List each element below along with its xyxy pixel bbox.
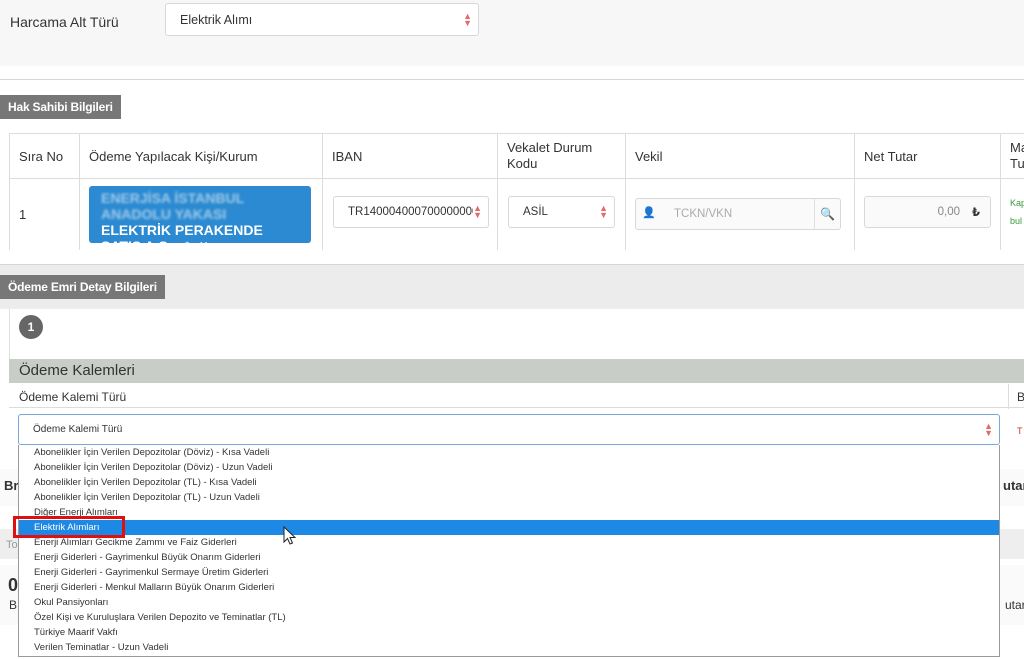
subtype-row — [0, 0, 1024, 66]
section-title-hak-sahibi: Hak Sahibi Bilgileri — [0, 95, 121, 119]
truncated-cell: Kap bul — [1001, 179, 1024, 250]
table-row: 1 — [10, 179, 80, 250]
col-vekalet: Vekalet Durum Kodu — [498, 134, 626, 179]
row-sira-no: 1 — [19, 207, 27, 222]
subtype-select[interactable]: Elektrik Alımı ▲ ▼ — [165, 3, 479, 36]
edit-icon[interactable]: ✎ — [184, 239, 195, 254]
net-tutar-cell: 0,00 ₺ — [855, 179, 1001, 250]
col-net-tutar: Net Tutar — [855, 134, 1001, 179]
dropdown-option[interactable]: Enerji Giderleri - Gayrimenkul Sermaye Ü… — [19, 565, 999, 580]
section-title-odeme-emri: Ödeme Emri Detay Bilgileri — [0, 275, 165, 299]
odeme-kalemi-turu-select[interactable]: Ödeme Kalemi Türü ▲ ▼ — [18, 414, 1000, 445]
dropdown-option[interactable]: Abonelikler İçin Verilen Depozitolar (TL… — [19, 475, 999, 490]
kalemi-select-placeholder: Ödeme Kalemi Türü — [33, 424, 123, 435]
col-sira-no: Sıra No — [10, 134, 80, 179]
dropdown-option[interactable]: Türkiye Maarif Vakfı — [19, 625, 999, 640]
bg-text-left-2: To — [6, 539, 18, 551]
select-arrows-icon: ▲ ▼ — [473, 203, 482, 220]
dropdown-option[interactable]: Enerji Giderleri - Gayrimenkul Büyük Ona… — [19, 550, 999, 565]
col-vekil: Vekil — [626, 134, 855, 179]
hak-sahibi-table: Sıra No Ödeme Yapılacak Kişi/Kurum IBAN … — [9, 133, 1024, 254]
payee-chip[interactable]: ENERJİSA İSTANBUL ANADOLU YAKASI ELEKTRİ… — [89, 186, 311, 254]
status-text-2: bul — [1010, 216, 1023, 226]
bg-text-left-1: Br — [4, 478, 19, 493]
dropdown-option[interactable]: Abonelikler İçin Verilen Depozitolar (Dö… — [19, 445, 999, 460]
divider — [0, 79, 1024, 80]
subtype-label: Harcama Alt Türü — [10, 14, 119, 30]
dropdown-option[interactable]: Verilen Teminatlar - Uzun Vadeli — [19, 640, 999, 655]
mouse-cursor-icon — [283, 526, 297, 545]
bg-text-left-4: B — [9, 598, 18, 612]
vekalet-value: ASİL — [523, 206, 548, 218]
iban-cell: TR140004000700000000 ▲ ▼ — [323, 179, 498, 250]
dropdown-option[interactable]: Abonelikler İçin Verilen Depozitolar (TL… — [19, 490, 999, 505]
payee-cell: ENERJİSA İSTANBUL ANADOLU YAKASI ELEKTRİ… — [80, 179, 323, 254]
dropdown-option[interactable]: Abonelikler İçin Verilen Depozitolar (Dö… — [19, 460, 999, 475]
payee-name: ELEKTRİK PERAKENDE SATIŞ A.Ş. — [101, 222, 263, 254]
highlight-annotation — [13, 516, 125, 538]
step-number: 1 — [19, 315, 43, 339]
vekil-input[interactable]: 👤 TCKN/VKN 🔍 — [635, 198, 841, 230]
bg-text-right-1: utarı — [1003, 478, 1024, 493]
dropdown-option[interactable]: Diğer Enerji Alımları — [19, 505, 999, 520]
select-arrows-icon: ▲ ▼ — [984, 420, 993, 438]
user-add-icon: 👤 — [642, 207, 656, 219]
status-text-1: Kap — [1010, 198, 1024, 208]
dropdown-option-selected[interactable]: Elektrik Alımları — [19, 520, 999, 535]
dropdown-option[interactable]: Enerji Alımları Gecikme Zammı ve Faiz Gi… — [19, 535, 999, 550]
vekalet-select[interactable]: ASİL ▲ ▼ — [508, 196, 615, 228]
odeme-kalemleri-title: Ödeme Kalemleri — [9, 359, 1024, 383]
select-arrows-icon: ▲ ▼ — [599, 203, 608, 220]
vekil-cell: 👤 TCKN/VKN 🔍 — [626, 179, 855, 250]
vekil-placeholder: TCKN/VKN — [674, 208, 733, 220]
iban-input[interactable]: TR140004000700000000 ▲ ▼ — [333, 196, 489, 228]
iban-value: TR140004000700000000 — [348, 206, 479, 218]
col-truncated: Ma Tu — [1001, 134, 1024, 179]
column-divider — [1008, 384, 1009, 409]
dropdown-option[interactable]: Özel Kişi ve Kuruluşlara Verilen Depozit… — [19, 610, 999, 625]
net-tutar-input[interactable]: 0,00 ₺ — [864, 196, 991, 228]
right-col-red-text: T — [1017, 426, 1023, 436]
search-icon[interactable]: 🔍 — [814, 199, 840, 229]
kalemi-turu-label: Ödeme Kalemi Türü — [9, 384, 1024, 408]
select-arrows-icon: ▲ ▼ — [463, 10, 472, 28]
right-col-label: B — [1017, 390, 1024, 404]
step-container — [9, 309, 1024, 359]
net-tutar-value: 0,00 — [937, 206, 960, 218]
col-odeme-kisi: Ödeme Yapılacak Kişi/Kurum — [80, 134, 323, 179]
dropdown-option[interactable]: Okul Pansiyonları — [19, 595, 999, 610]
vekalet-cell: ASİL ▲ ▼ — [498, 179, 626, 250]
lira-icon: ₺ — [971, 207, 980, 219]
odeme-kalemi-dropdown[interactable]: Abonelikler İçin Verilen Depozitolar (Dö… — [18, 445, 1000, 657]
col-iban: IBAN — [323, 134, 498, 179]
bg-text-right-2: utarı — [1005, 598, 1024, 612]
payee-blurred-name: ENERJİSA İSTANBUL ANADOLU YAKASI — [101, 190, 244, 222]
bg-text-left-3: 0 — [8, 575, 19, 595]
subtype-value: Elektrik Alımı — [180, 13, 253, 27]
close-icon[interactable]: ✖ — [198, 239, 209, 254]
dropdown-option[interactable]: Enerji Giderleri - Menkul Malların Büyük… — [19, 580, 999, 595]
